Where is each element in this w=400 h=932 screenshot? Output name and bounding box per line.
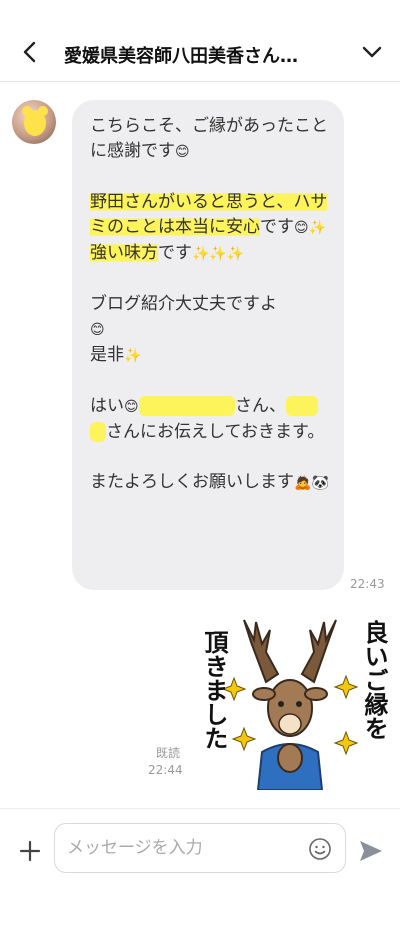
highlighted-text: 強い味方 (90, 243, 158, 263)
sticker-text-left: 頂きました (200, 630, 228, 750)
smiling-face-emoji-icon: 😊 (175, 144, 190, 160)
message-paragraph: またよろしくお願いします🙇🐼 (90, 470, 330, 496)
message-text: です (158, 243, 192, 263)
message-text: こちらこそ、ご縁があったことに感謝です (90, 116, 328, 161)
message-paragraph: ブログ紹介大丈夫ですよ 😊 是非✨ (90, 292, 330, 369)
message-text: ブログ紹介大丈夫ですよ (90, 294, 277, 314)
message-input-bar (0, 808, 400, 884)
message-text: です (260, 217, 294, 237)
sticker-timestamp: 22:44 (148, 763, 183, 777)
send-icon[interactable] (358, 839, 384, 863)
chevron-left-icon[interactable] (16, 38, 44, 66)
chat-title[interactable]: 愛媛県美容師八田美香さん… (64, 42, 344, 68)
read-receipt: 既読 (156, 746, 181, 760)
smile-emoji-icon: 😊 (90, 322, 105, 338)
redacted-name: ■■■■■■ (138, 396, 235, 416)
sparkles-icon: ✨✨✨ (192, 246, 245, 262)
message-text: さん、 (234, 396, 286, 416)
message-text: さんにお伝えしておきます。 (106, 422, 325, 442)
sparkles-icon: ✨ (124, 348, 142, 364)
panda-emoji-icon: 🐼 (311, 475, 329, 491)
message-text: またよろしくお願いします (90, 472, 294, 492)
pictogram-emoji-icon: 🙇 (294, 475, 312, 491)
contact-avatar[interactable] (12, 100, 56, 144)
message-paragraph: はい😊■■■■■■さん、■■ ■さんにお伝えしておきます。 (90, 394, 330, 445)
redacted-name: ■ (90, 422, 107, 442)
smiley-icon[interactable] (308, 837, 332, 861)
message-paragraph: こちらこそ、ご縁があったことに感謝です😊 (90, 114, 330, 165)
chat-header: 愛媛県美容師八田美香さん… (0, 0, 400, 82)
message-input[interactable] (54, 823, 346, 873)
smile-emoji-icon: 😊 (124, 399, 139, 415)
message-timestamp: 22:43 (350, 577, 385, 591)
redacted-name: ■■ (285, 396, 319, 416)
message-paragraph: 野田さんがいると思うと、ハサミのことは本当に安心です😊✨ 強い味方です✨✨✨ (90, 190, 330, 267)
message-text: 是非 (90, 345, 124, 365)
plus-icon[interactable] (18, 839, 42, 863)
chevron-down-icon[interactable] (358, 38, 386, 66)
deer-sticker[interactable]: 頂きました 良いご縁を (196, 612, 396, 790)
smile-emoji-icon: 😊 (294, 220, 309, 236)
incoming-message-bubble[interactable]: こちらこそ、ご縁があったことに感謝です😊 野田さんがいると思うと、ハサミのことは… (72, 100, 344, 590)
sticker-text-right: 良いご縁を (360, 619, 388, 740)
sparkles-icon: ✨ (308, 220, 327, 236)
message-text: はい (90, 396, 124, 416)
